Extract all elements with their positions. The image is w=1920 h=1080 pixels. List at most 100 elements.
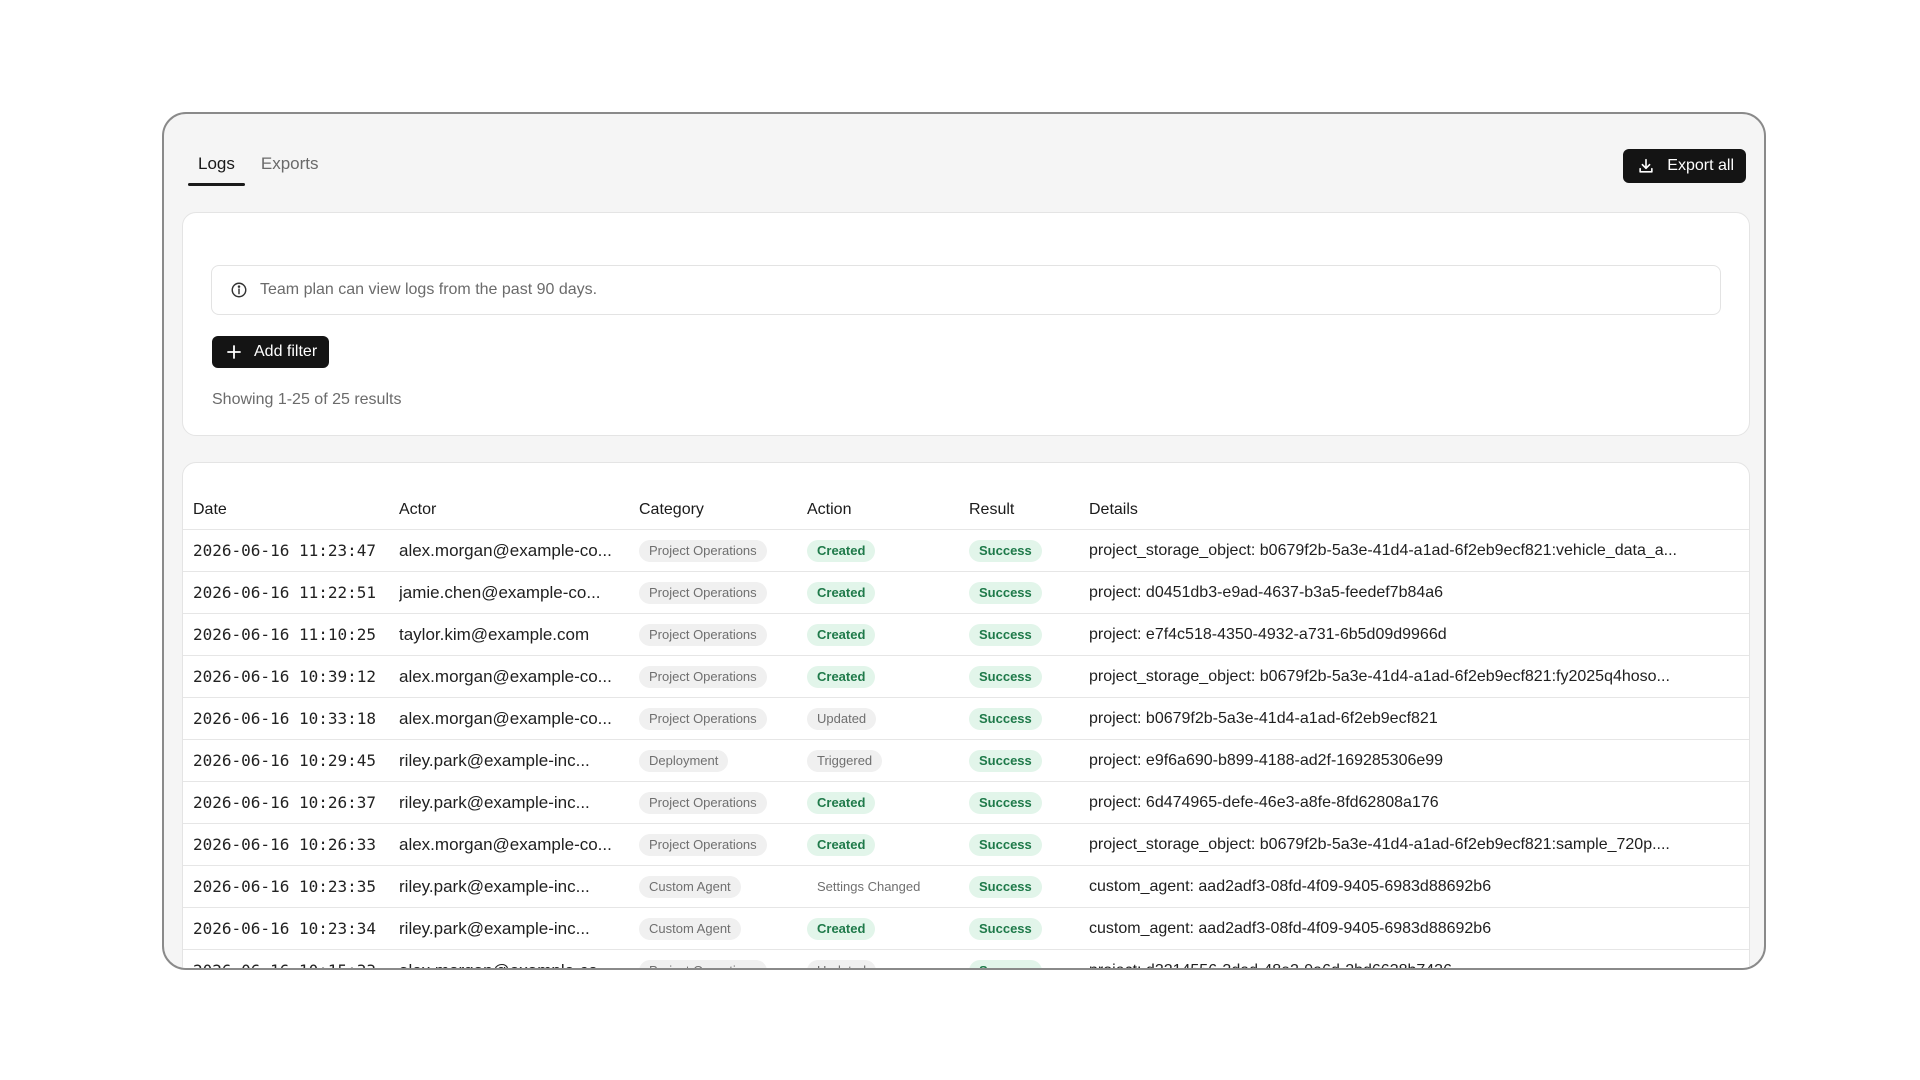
cell-category: Project Operations xyxy=(639,781,807,824)
table-row[interactable]: 2026-06-16 11:23:47 alex.morgan@example-c… xyxy=(183,529,1749,572)
cell-action: Created xyxy=(807,571,969,614)
cell-actor: alex.morgan@example-co... xyxy=(399,823,639,866)
cell-category: Project Operations xyxy=(639,655,807,698)
action-badge: Created xyxy=(807,623,876,646)
table-row[interactable]: 2026-06-16 11:10:25 taylor.kim@example.co… xyxy=(183,613,1749,656)
add-filter-button[interactable]: Add filter xyxy=(212,336,330,368)
cell-result: Success xyxy=(969,949,1089,968)
cell-date: 2026-06-16 10:33:18 xyxy=(183,697,399,740)
results-count: Showing 1-25 of 25 results xyxy=(212,391,402,408)
audit-log-panel: Logs Exports Export all Team plan can vi… xyxy=(162,112,1766,970)
column-header-result[interactable]: Result xyxy=(969,491,1089,530)
cell-actor: alex.morgan@example-co... xyxy=(399,949,639,968)
action-badge: Settings Changed xyxy=(817,878,921,894)
action-badge: Triggered xyxy=(807,749,883,772)
table-row[interactable]: 2026-06-16 10:39:12 alex.morgan@example-c… xyxy=(183,655,1749,698)
table-row[interactable]: 2026-06-16 10:26:37 riley.park@example-in… xyxy=(183,781,1749,824)
table-row[interactable]: 2026-06-16 11:22:51 jamie.chen@example-co… xyxy=(183,571,1749,614)
cell-result: Success xyxy=(969,529,1089,572)
cell-date: 2026-06-16 10:26:37 xyxy=(183,781,399,824)
cell-details: project: d0451db3-e9ad-4637-b3a5-feedef7… xyxy=(1089,571,1749,614)
cell-result: Success xyxy=(969,739,1089,782)
category-badge: Custom Agent xyxy=(639,917,741,940)
column-header-action[interactable]: Action xyxy=(807,491,969,530)
cell-action: Created xyxy=(807,529,969,572)
column-header-actor[interactable]: Actor xyxy=(399,491,639,530)
category-badge: Custom Agent xyxy=(639,875,741,898)
add-filter-label: Add filter xyxy=(254,343,318,360)
cell-category: Deployment xyxy=(639,739,807,782)
cell-result: Success xyxy=(969,613,1089,656)
category-badge: Project Operations xyxy=(639,833,767,856)
cell-result: Success xyxy=(969,823,1089,866)
tab-logs[interactable]: Logs xyxy=(188,144,245,186)
cell-result: Success xyxy=(969,865,1089,908)
category-badge: Project Operations xyxy=(639,623,767,646)
cell-action: Created xyxy=(807,823,969,866)
table-row[interactable]: 2026-06-16 10:33:18 alex.morgan@example-c… xyxy=(183,697,1749,740)
cell-details: project: e9f6a690-b899-4188-ad2f-1692853… xyxy=(1089,739,1749,782)
cell-category: Project Operations xyxy=(639,571,807,614)
cell-action: Updated xyxy=(807,949,969,968)
cell-details: project_storage_object: b0679f2b-5a3e-41… xyxy=(1089,655,1749,698)
cell-category: Custom Agent xyxy=(639,865,807,908)
logs-table-card: Date Actor Category Action Result Detail… xyxy=(182,462,1750,968)
tab-list: Logs Exports xyxy=(188,144,329,186)
cell-result: Success xyxy=(969,781,1089,824)
result-badge: Success xyxy=(969,833,1042,856)
cell-actor: riley.park@example-inc... xyxy=(399,907,639,950)
result-badge: Success xyxy=(969,917,1042,940)
tab-exports[interactable]: Exports xyxy=(251,144,329,184)
action-badge: Updated xyxy=(807,707,877,730)
cell-date: 2026-06-16 10:39:12 xyxy=(183,655,399,698)
action-badge: Updated xyxy=(807,959,877,968)
cell-action: Triggered xyxy=(807,739,969,782)
cell-date: 2026-06-16 10:23:34 xyxy=(183,907,399,950)
plus-icon xyxy=(227,345,241,359)
category-badge: Project Operations xyxy=(639,707,767,730)
table-row[interactable]: 2026-06-16 10:23:34 riley.park@example-in… xyxy=(183,907,1749,950)
result-badge: Success xyxy=(969,707,1042,730)
result-badge: Success xyxy=(969,539,1042,562)
action-badge: Created xyxy=(807,539,876,562)
result-badge: Success xyxy=(969,875,1042,898)
cell-actor: alex.morgan@example-co... xyxy=(399,697,639,740)
cell-date: 2026-06-16 10:23:35 xyxy=(183,865,399,908)
table-row[interactable]: 2026-06-16 10:29:45 riley.park@example-in… xyxy=(183,739,1749,782)
table-row[interactable]: 2026-06-16 10:26:33 alex.morgan@example-c… xyxy=(183,823,1749,866)
cell-actor: alex.morgan@example-co... xyxy=(399,655,639,698)
cell-action: Created xyxy=(807,655,969,698)
filter-card: Team plan can view logs from the past 90… xyxy=(182,212,1750,436)
cell-details: project_storage_object: b0679f2b-5a3e-41… xyxy=(1089,529,1749,572)
cell-date: 2026-06-16 11:10:25 xyxy=(183,613,399,656)
action-badge: Created xyxy=(807,581,876,604)
table-row[interactable]: 2026-06-16 10:15:33alex.morgan@example-c… xyxy=(183,949,1749,968)
action-badge: Created xyxy=(807,833,876,856)
cell-details: project: d3214556-3dad-48e2-9a6d-2bd6638… xyxy=(1089,949,1749,968)
column-header-details[interactable]: Details xyxy=(1089,491,1749,530)
category-badge: Project Operations xyxy=(639,791,767,814)
cell-action: Created xyxy=(807,613,969,656)
cell-details: project: b0679f2b-5a3e-41d4-a1ad-6f2eb9e… xyxy=(1089,697,1749,740)
table-row[interactable]: 2026-06-16 10:23:35 riley.park@example-in… xyxy=(183,865,1749,908)
cell-category: Project Operations xyxy=(639,823,807,866)
cell-actor: riley.park@example-inc... xyxy=(399,781,639,824)
top-bar: Logs Exports Export all xyxy=(164,114,1764,196)
column-header-category[interactable]: Category xyxy=(639,491,807,530)
category-badge: Project Operations xyxy=(639,581,767,604)
plan-notice-text: Team plan can view logs from the past 90… xyxy=(260,281,598,298)
result-badge: Success xyxy=(969,749,1042,772)
logs-table: Date Actor Category Action Result Detail… xyxy=(183,491,1749,968)
cell-actor: riley.park@example-inc... xyxy=(399,739,639,782)
cell-category: Project Operations xyxy=(639,613,807,656)
cell-action: Created xyxy=(807,781,969,824)
cell-actor: riley.park@example-inc... xyxy=(399,865,639,908)
column-header-date[interactable]: Date xyxy=(183,491,399,530)
category-badge: Project Operations xyxy=(639,959,767,968)
download-icon xyxy=(1639,158,1653,173)
cell-category: Project Operations xyxy=(639,529,807,572)
export-all-button[interactable]: Export all xyxy=(1623,149,1746,183)
result-badge: Success xyxy=(969,959,1042,968)
cell-action: Created xyxy=(807,907,969,950)
cell-result: Success xyxy=(969,655,1089,698)
